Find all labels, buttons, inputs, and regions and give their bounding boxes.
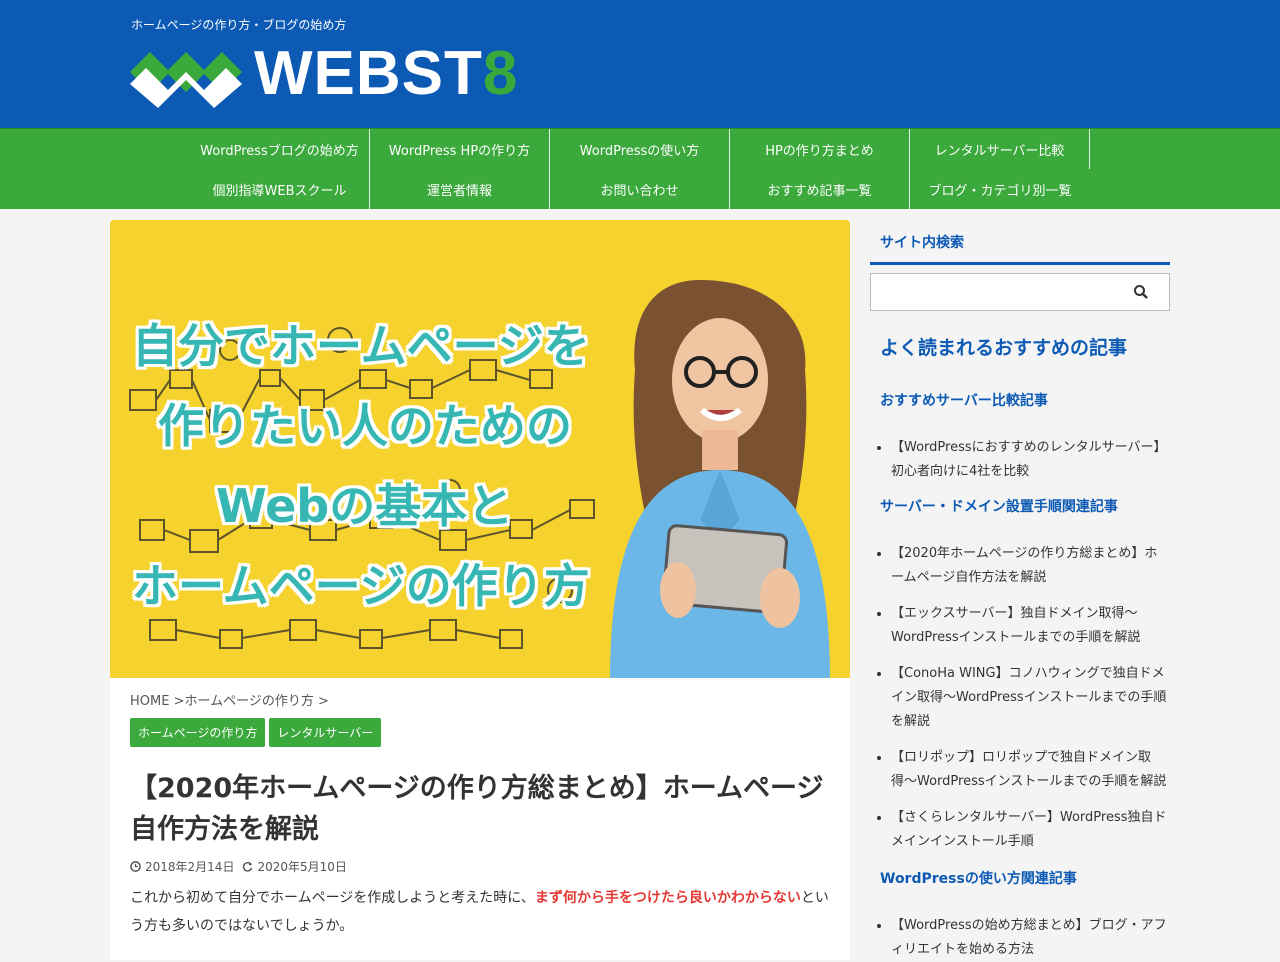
nav-item-operator[interactable]: 運営者情報 <box>370 169 550 209</box>
list-item[interactable]: 【WordPressにおすすめのレンタルサーバー】初心者向けに4社を比較 <box>874 436 1170 484</box>
category-tags: ホームページの作り方 レンタルサーバー <box>130 718 382 747</box>
refresh-icon <box>243 861 253 872</box>
nav-item-contact[interactable]: お問い合わせ <box>550 169 730 209</box>
section-title: おすすめサーバー比較記事 <box>880 393 1048 409</box>
section-list: 【2020年ホームページの作り方総まとめ】ホームページ自作方法を解説 【エックス… <box>870 542 1170 854</box>
hero-line: ホームページの作り方 <box>132 559 590 613</box>
site-logo[interactable]: WEBST8 <box>130 40 518 108</box>
breadcrumb[interactable]: HOME >ホームページの作り方 > <box>130 690 329 709</box>
hero-line: Webの基本と <box>216 479 514 533</box>
list-item[interactable]: 【2020年ホームページの作り方総まとめ】ホームページ自作方法を解説 <box>874 542 1170 590</box>
webst8-logo-mark-icon <box>130 52 242 108</box>
list-item[interactable]: 【エックスサーバー】独自ドメイン取得〜WordPressインストールまでの手順を… <box>874 602 1170 650</box>
nav-item-recommended[interactable]: おすすめ記事一覧 <box>730 169 910 209</box>
search-icon[interactable] <box>1133 284 1149 300</box>
section-title: WordPressの使い方関連記事 <box>880 871 1077 887</box>
popular-heading: よく読まれるおすすめの記事 <box>880 337 1128 359</box>
hero-headline: 自分でホームページを 作りたい人のための Webの基本と ホームページの作り方 <box>132 306 672 626</box>
nav-item-web-school[interactable]: 個別指導WEBスクール <box>190 169 370 209</box>
list-item[interactable]: 【WordPressの始め方総まとめ】ブログ・アフィリエイトを始める方法 <box>874 914 1170 962</box>
article-main: 自分でホームページを 作りたい人のための Webの基本と ホームページの作り方 … <box>110 220 850 960</box>
updated-date: 2020年5月10日 <box>257 860 347 874</box>
sidebar: サイト内検索 よく読まれるおすすめの記事 おすすめサーバー比較記事 【WordP… <box>870 220 1170 962</box>
nav-row-1: WordPressブログの始め方 WordPress HPの作り方 WordPr… <box>190 129 1090 169</box>
logo-digit: 8 <box>482 39 519 108</box>
nav-row-2: 個別指導WEBスクール 運営者情報 お問い合わせ おすすめ記事一覧 ブログ・カテ… <box>190 169 1090 209</box>
nav-item-wordpress-blog[interactable]: WordPressブログの始め方 <box>190 129 370 169</box>
nav-item-hp-summary[interactable]: HPの作り方まとめ <box>730 129 910 169</box>
site-header: ホームページの作り方・ブログの始め方 WEBST8 <box>0 0 1280 128</box>
hero-image: 自分でホームページを 作りたい人のための Webの基本と ホームページの作り方 <box>110 220 850 678</box>
clock-icon <box>130 861 141 872</box>
site-tagline: ホームページの作り方・ブログの始め方 <box>131 18 347 32</box>
hero-line: 自分でホームページを <box>132 319 590 373</box>
search-box <box>870 273 1170 311</box>
logo-wordmark: WEBST8 <box>254 43 518 105</box>
list-item[interactable]: 【さくらレンタルサーバー】WordPress独自ドメインインストール手順 <box>874 806 1170 854</box>
article-intro: これから初めて自分でホームページを作成しようと考えた時に、まず何から手をつけたら… <box>130 884 830 940</box>
intro-highlight: まず何から手をつけたら良いかわからない <box>534 890 801 906</box>
published-date: 2018年2月14日 <box>145 860 235 874</box>
nav-item-categories[interactable]: ブログ・カテゴリ別一覧 <box>910 169 1090 209</box>
hero-line: 作りたい人のための <box>158 399 572 453</box>
tag-rental-server[interactable]: レンタルサーバー <box>269 718 382 747</box>
search-input[interactable] <box>871 274 1121 310</box>
list-item[interactable]: 【ロリポップ】ロリポップで独自ドメイン取得〜WordPressインストールまでの… <box>874 746 1170 794</box>
list-item[interactable]: 【ConoHa WING】コノハウィングで独自ドメイン取得〜WordPressイ… <box>874 662 1170 734</box>
intro-text: これから初めて自分でホームページを作成しようと考えた時に、 <box>130 890 535 906</box>
section-title: サーバー・ドメイン設置手順関連記事 <box>880 499 1118 515</box>
page-title: 【2020年ホームページの作り方総まとめ】ホームページ自作方法を解説 <box>130 773 824 845</box>
logo-text: WEBST <box>254 39 483 108</box>
section-list: 【WordPressの始め方総まとめ】ブログ・アフィリエイトを始める方法 <box>870 914 1170 962</box>
global-nav: WordPressブログの始め方 WordPress HPの作り方 WordPr… <box>0 128 1280 209</box>
section-list: 【WordPressにおすすめのレンタルサーバー】初心者向けに4社を比較 <box>870 436 1170 484</box>
search-heading: サイト内検索 <box>870 220 1170 265</box>
nav-item-server-compare[interactable]: レンタルサーバー比較 <box>910 129 1090 169</box>
nav-item-wordpress-hp[interactable]: WordPress HPの作り方 <box>370 129 550 169</box>
tag-homepage[interactable]: ホームページの作り方 <box>130 718 266 747</box>
nav-item-wordpress-usage[interactable]: WordPressの使い方 <box>550 129 730 169</box>
post-dates: 2018年2月14日 2020年5月10日 <box>130 858 347 875</box>
